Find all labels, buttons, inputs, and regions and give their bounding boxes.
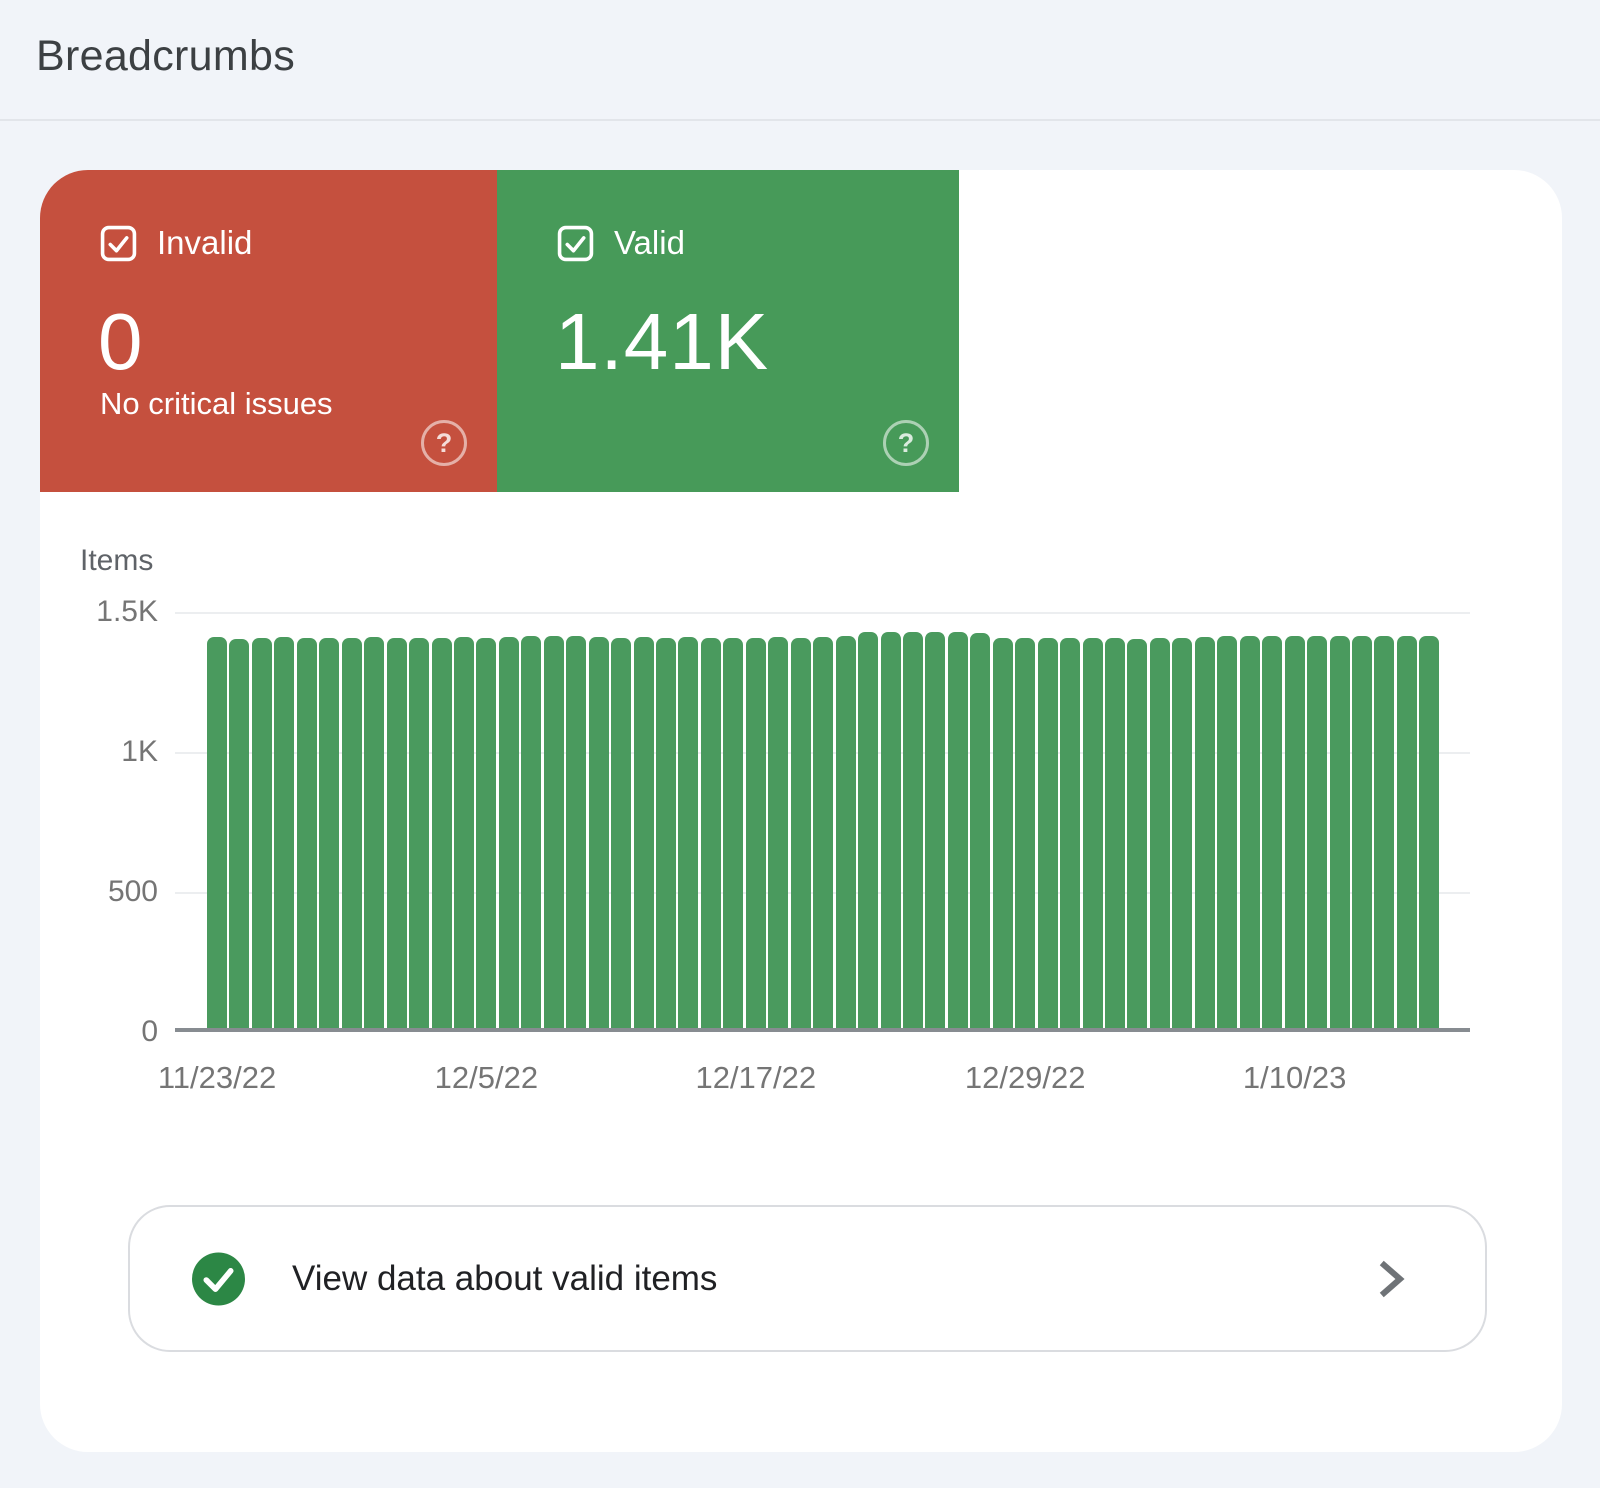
x-axis-tick-label: 1/10/23	[1243, 1060, 1346, 1096]
chart-bar[interactable]	[1240, 636, 1260, 1028]
help-icon[interactable]: ?	[883, 420, 929, 466]
chart-bar[interactable]	[1217, 636, 1237, 1028]
invalid-count: 0	[98, 296, 144, 388]
chart-bar[interactable]	[723, 638, 743, 1028]
invalid-summary-card[interactable]: Invalid 0 No critical issues ?	[40, 170, 497, 492]
y-axis-tick-label: 1K	[40, 735, 158, 769]
chart-bar[interactable]	[881, 632, 901, 1028]
chart-bar[interactable]	[993, 638, 1013, 1028]
x-axis-tick-label: 12/29/22	[965, 1060, 1086, 1096]
chart-bar[interactable]	[903, 632, 923, 1028]
y-axis-tick-label: 500	[40, 875, 158, 909]
chart-bar[interactable]	[521, 636, 541, 1028]
chart-bar[interactable]	[634, 637, 654, 1028]
chart-plot-area	[175, 612, 1470, 1032]
x-axis-tick-label: 12/17/22	[695, 1060, 816, 1096]
valid-label: Valid	[614, 224, 685, 262]
chart-bar[interactable]	[970, 633, 990, 1028]
chevron-right-icon	[1375, 1259, 1409, 1299]
help-icon[interactable]: ?	[421, 420, 467, 466]
chart-bar[interactable]	[252, 638, 272, 1028]
chart-bar[interactable]	[1262, 636, 1282, 1028]
invalid-sublabel: No critical issues	[100, 386, 333, 422]
chart-bar[interactable]	[387, 638, 407, 1028]
chart-bar[interactable]	[1172, 638, 1192, 1028]
chart-bar[interactable]	[274, 637, 294, 1028]
valid-card-header: Valid	[557, 224, 685, 262]
chart-bar[interactable]	[836, 636, 856, 1028]
chart-bar[interactable]	[1015, 638, 1035, 1028]
x-axis-tick-label: 12/5/22	[435, 1060, 538, 1096]
chart-bar[interactable]	[678, 637, 698, 1028]
chart-bar[interactable]	[1397, 636, 1417, 1028]
valid-summary-card[interactable]: Valid 1.41K ?	[497, 170, 959, 492]
chart-bar[interactable]	[207, 637, 227, 1028]
chart-bar[interactable]	[1083, 638, 1103, 1028]
chart-bar[interactable]	[701, 638, 721, 1028]
chart-bar[interactable]	[1330, 636, 1350, 1028]
y-axis-tick-label: 0	[40, 1015, 158, 1049]
chart-y-axis-title: Items	[80, 544, 153, 578]
gridline	[175, 612, 1470, 614]
chart-bar[interactable]	[1285, 636, 1305, 1028]
chart-bar[interactable]	[566, 636, 586, 1028]
check-circle-icon	[192, 1252, 245, 1305]
page-title: Breadcrumbs	[36, 32, 295, 81]
chart-bar[interactable]	[544, 636, 564, 1028]
chart-bar[interactable]	[1374, 636, 1394, 1028]
chart-bar[interactable]	[409, 638, 429, 1028]
report-card: Invalid 0 No critical issues ? Valid 1.4…	[40, 170, 1562, 1452]
chart-bar[interactable]	[611, 638, 631, 1028]
breadcrumbs-report-page: Breadcrumbs Invalid 0 No critical issues…	[0, 0, 1600, 1488]
view-valid-items-label: View data about valid items	[292, 1259, 717, 1299]
chart-bar[interactable]	[858, 632, 878, 1028]
chart-bar[interactable]	[297, 638, 317, 1028]
chart-bar[interactable]	[1150, 638, 1170, 1028]
view-valid-items-button[interactable]: View data about valid items	[128, 1205, 1487, 1352]
chart-bar[interactable]	[229, 639, 249, 1028]
chart-bar[interactable]	[319, 638, 339, 1028]
chart-bar[interactable]	[768, 637, 788, 1028]
chart-bar[interactable]	[746, 638, 766, 1028]
chart-bar[interactable]	[1127, 639, 1147, 1028]
chart-bar[interactable]	[589, 637, 609, 1028]
invalid-label: Invalid	[157, 224, 252, 262]
chart-bar[interactable]	[476, 638, 496, 1028]
x-axis-tick-label: 11/23/22	[158, 1060, 276, 1096]
chart-bar[interactable]	[454, 637, 474, 1028]
chart-bar[interactable]	[1060, 638, 1080, 1028]
y-axis-tick-label: 1.5K	[40, 595, 158, 629]
chart-bar[interactable]	[1105, 638, 1125, 1028]
checkbox-checked-icon[interactable]	[100, 225, 137, 262]
chart-bar[interactable]	[948, 632, 968, 1028]
chart-bar[interactable]	[1038, 638, 1058, 1028]
chart-bar[interactable]	[813, 637, 833, 1028]
chart-bar[interactable]	[1419, 636, 1439, 1028]
chart-bar[interactable]	[364, 637, 384, 1028]
chart-bar[interactable]	[656, 638, 676, 1028]
chart-bar[interactable]	[1307, 636, 1327, 1028]
chart-bar[interactable]	[925, 632, 945, 1028]
valid-count: 1.41K	[555, 296, 769, 388]
page-header: Breadcrumbs	[0, 0, 1600, 121]
chart-bar[interactable]	[432, 638, 452, 1028]
invalid-card-header: Invalid	[100, 224, 252, 262]
chart-bar[interactable]	[1195, 637, 1215, 1028]
checkbox-checked-icon[interactable]	[557, 225, 594, 262]
chart-bar[interactable]	[342, 638, 362, 1028]
chart-bar[interactable]	[1352, 636, 1372, 1028]
chart-bar[interactable]	[499, 637, 519, 1028]
chart-bar[interactable]	[791, 638, 811, 1028]
